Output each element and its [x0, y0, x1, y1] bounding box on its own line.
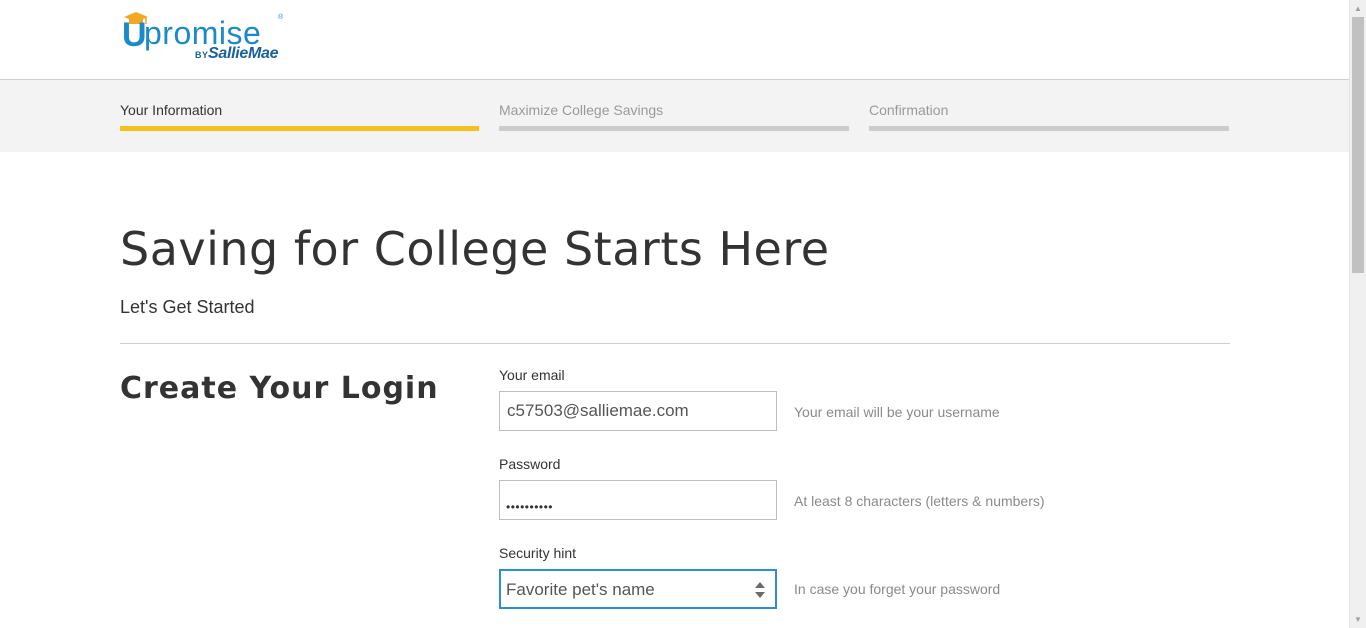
site-header: U promise ® BY SallieMae: [0, 0, 1349, 80]
create-login-heading: Create Your Login: [120, 371, 439, 406]
select-arrows-icon: [755, 582, 765, 598]
email-label: Your email: [499, 367, 565, 383]
logo-trademark: ®: [278, 14, 284, 21]
step-label: Your Information: [120, 102, 223, 118]
page: U promise ® BY SallieMae Your Informatio…: [0, 0, 1349, 628]
logo-salliemae: SallieMae: [208, 45, 279, 62]
section-divider: [120, 343, 1230, 344]
progress-steps: Your Information Maximize College Saving…: [0, 80, 1349, 152]
password-hint: At least 8 characters (letters & numbers…: [794, 493, 1045, 509]
scroll-down-arrow-icon[interactable]: ▼: [1350, 611, 1366, 628]
security-hint-selected-value: Favorite pet's name: [506, 580, 655, 599]
step-progress-bar: [120, 126, 479, 131]
step-progress-bar: [869, 126, 1229, 131]
page-subtitle: Let's Get Started: [120, 297, 255, 317]
email-hint: Your email will be your username: [794, 404, 1000, 420]
email-field[interactable]: [499, 391, 777, 431]
step-label: Maximize College Savings: [499, 102, 664, 118]
password-label: Password: [499, 456, 561, 472]
logo-u-letter: U: [122, 16, 147, 54]
browser-viewport: U promise ® BY SallieMae Your Informatio…: [0, 0, 1366, 628]
vertical-scrollbar[interactable]: ▲ ▼: [1349, 0, 1366, 628]
security-hint-label: Security hint: [499, 545, 577, 561]
scrollbar-thumb[interactable]: [1352, 17, 1364, 273]
logo-by: BY: [195, 50, 209, 60]
step-confirmation: Confirmation: [869, 80, 1229, 152]
page-title: Saving for College Starts Here: [120, 222, 830, 276]
step-label: Confirmation: [869, 102, 949, 118]
step-your-information: Your Information: [120, 80, 479, 152]
upromise-logo[interactable]: U promise ® BY SallieMae: [122, 12, 292, 66]
security-hint-help: In case you forget your password: [794, 581, 1001, 597]
step-maximize-college-savings: Maximize College Savings: [499, 80, 849, 152]
step-progress-bar: [499, 126, 849, 131]
scroll-up-arrow-icon[interactable]: ▲: [1350, 0, 1366, 17]
password-masked-value: ••••••••••: [506, 500, 554, 514]
